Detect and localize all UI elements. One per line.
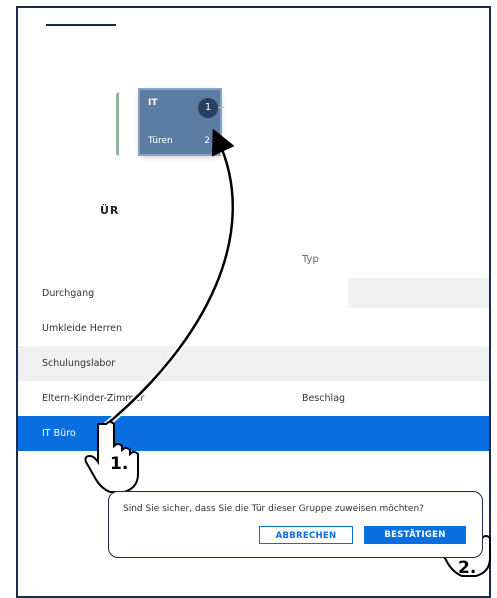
group-card-badge: 1: [198, 98, 218, 118]
row-type: Beschlag: [302, 393, 346, 404]
section-heading: ÜR: [100, 204, 120, 217]
badge-connector: [218, 107, 224, 108]
table-row[interactable]: Umkleide Herren: [18, 311, 489, 346]
step-2-label: 2.: [458, 558, 477, 578]
cancel-button[interactable]: ABBRECHEN: [259, 526, 353, 544]
group-card-title: IT: [148, 98, 158, 108]
row-name: Umkleide Herren: [42, 323, 123, 334]
group-card-subtitle: Türen: [148, 136, 173, 146]
row-shade-fragment: [348, 278, 489, 308]
group-card-door-count: 2: [204, 136, 210, 146]
confirm-button[interactable]: BESTÄTIGEN: [364, 526, 466, 544]
dialog-message: Sind Sie sicher, dass Sie die Tür dieser…: [123, 504, 424, 514]
table-row-selected[interactable]: IT Büro: [18, 416, 489, 451]
step-1-label: 1.: [110, 454, 129, 474]
table-row[interactable]: Eltern-Kinder-Zimmer Beschlag: [18, 381, 489, 416]
row-name: IT Büro: [42, 428, 76, 439]
confirm-dialog: Sind Sie sicher, dass Sie die Tür dieser…: [108, 491, 483, 558]
row-name: Durchgang: [42, 288, 95, 299]
previous-group-card-edge: [116, 92, 123, 156]
row-name: Schulungslabor: [42, 358, 116, 369]
row-name: Eltern-Kinder-Zimmer: [42, 393, 145, 404]
table-row[interactable]: Schulungslabor: [18, 346, 489, 381]
column-header-type: Typ: [302, 254, 319, 265]
header-divider: [46, 24, 116, 26]
